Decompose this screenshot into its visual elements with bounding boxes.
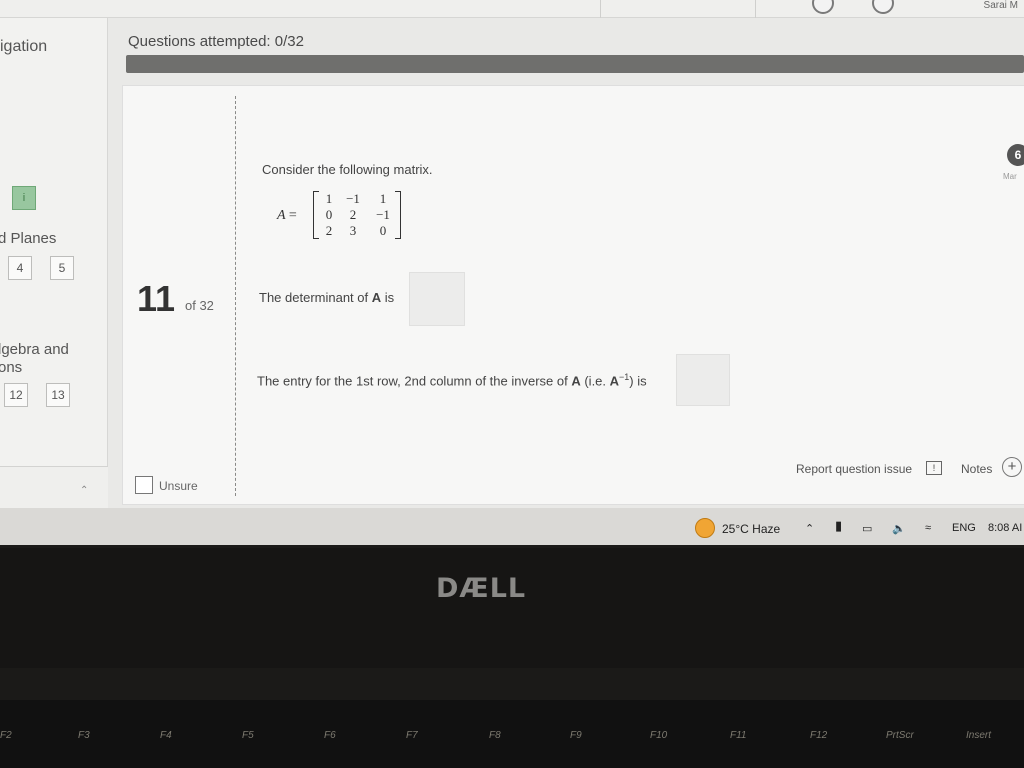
question-number: 11	[137, 278, 176, 319]
card-divider	[235, 96, 236, 496]
q2-text: The entry for the 1st row, 2nd column of…	[257, 373, 572, 389]
matrix-cell: 0	[379, 223, 387, 238]
wifi-icon[interactable]: ≈	[925, 522, 931, 534]
top-separator	[600, 0, 601, 18]
key-f9: F9	[570, 730, 582, 741]
section-algebra-label-2: ons	[0, 359, 23, 376]
keyboard-function-row: F2 F3 F4 F5 F6 F7 F8 F9 F10 F11 F12 PrtS…	[0, 700, 1024, 768]
key-f3: F3	[78, 730, 90, 741]
weather-text[interactable]: 25°C Haze	[722, 522, 780, 536]
nav-question-12[interactable]: 12	[4, 383, 28, 407]
chevron-up-icon[interactable]: ⌃	[80, 485, 88, 496]
tray-chevron-icon[interactable]: ⌃	[805, 522, 814, 535]
question-mark-value: 6	[1007, 144, 1024, 166]
speaker-icon[interactable]: 🔈	[892, 522, 906, 535]
q2-text-after: ) is	[629, 373, 647, 389]
question-part-1: The determinant of A is	[259, 290, 394, 305]
laptop-bezel	[0, 548, 1024, 668]
matrix-cell: −1	[346, 191, 360, 206]
report-question-link[interactable]: Report question issue	[796, 462, 912, 476]
question-card: 11 of 32 Unsure Consider the following m…	[122, 85, 1024, 505]
top-right-text: Sarai M	[983, 0, 1018, 11]
matrix-equals: =	[288, 208, 297, 223]
key-f12: F12	[810, 730, 828, 741]
question-part-2: The entry for the 1st row, 2nd column of…	[257, 372, 647, 388]
top-separator	[755, 0, 756, 18]
matrix-cell: −1	[376, 207, 390, 222]
question-of-total: of 32	[185, 298, 214, 313]
unsure-label: Unsure	[159, 479, 198, 493]
dell-logo: DÆLL	[436, 573, 527, 604]
q1-bold: A	[371, 290, 382, 305]
q1-text: The determinant of	[259, 290, 372, 305]
inverse-entry-answer-input[interactable]	[676, 354, 730, 406]
determinant-answer-input[interactable]	[409, 272, 465, 326]
report-flag-icon[interactable]: !	[926, 461, 942, 475]
matrix-cell: 2	[349, 207, 357, 222]
matrix-name: A	[277, 208, 286, 223]
browser-top-bar: Sarai M	[0, 0, 1024, 18]
nav-question-13[interactable]: 13	[46, 383, 70, 407]
mark-label: Mar	[1003, 172, 1017, 181]
screen: Sarai M vigation i d Planes 4 5 lgebra a…	[0, 0, 1024, 545]
questions-attempted-label: Questions attempted: 0/32	[128, 33, 304, 50]
nav-question-4[interactable]: 4	[8, 256, 32, 280]
key-f11: F11	[730, 730, 747, 741]
key-f6: F6	[324, 730, 336, 741]
notes-plus-icon[interactable]: +	[1002, 457, 1022, 477]
windows-taskbar: 25°C Haze ⌃ ▮ ▭ 🔈 ≈ ENG 8:08 AI	[0, 508, 1024, 545]
microphone-icon[interactable]: ▮	[835, 518, 842, 534]
section-algebra-label: lgebra and	[0, 341, 69, 358]
matrix-cell: 1	[379, 191, 387, 206]
toolbar-circle-icon[interactable]	[812, 0, 834, 14]
weather-sun-icon[interactable]	[695, 518, 715, 538]
q2-text-mid: (i.e.	[580, 373, 610, 389]
question-navigation-panel: vigation i d Planes 4 5 lgebra and ons 1…	[0, 18, 108, 510]
q2-bold-2: A	[609, 373, 620, 389]
question-intro: Consider the following matrix.	[262, 162, 433, 177]
key-insert: Insert	[966, 730, 992, 741]
navigation-title: vigation	[0, 38, 48, 55]
toolbar-circle-icon[interactable]	[872, 0, 894, 14]
q1-text-after: is	[381, 290, 395, 305]
clock[interactable]: 8:08 AI	[988, 522, 1022, 534]
q2-superscript: −1	[619, 372, 630, 382]
unsure-checkbox[interactable]	[135, 476, 153, 494]
key-prtscr: PrtScr	[886, 730, 914, 741]
key-f10: F10	[650, 730, 668, 741]
matrix-cell: 3	[349, 223, 357, 238]
attempted-progress-bar	[126, 55, 1024, 73]
q2-bold: A	[571, 373, 581, 389]
key-f8: F8	[489, 730, 501, 741]
battery-icon[interactable]: ▭	[862, 522, 872, 535]
nav-question-5[interactable]: 5	[50, 256, 74, 280]
section-planes-label: d Planes	[0, 230, 57, 247]
key-f2: F2	[0, 730, 12, 741]
notes-link[interactable]: Notes	[961, 462, 992, 476]
language-indicator[interactable]: ENG	[952, 522, 976, 534]
key-f7: F7	[406, 730, 418, 741]
current-question-indicator[interactable]: i	[12, 186, 36, 210]
key-f4: F4	[160, 730, 172, 741]
matrix-lhs: A =	[277, 208, 297, 224]
key-f5: F5	[242, 730, 254, 741]
nav-collapse-bar[interactable]: ⌃	[0, 466, 108, 510]
